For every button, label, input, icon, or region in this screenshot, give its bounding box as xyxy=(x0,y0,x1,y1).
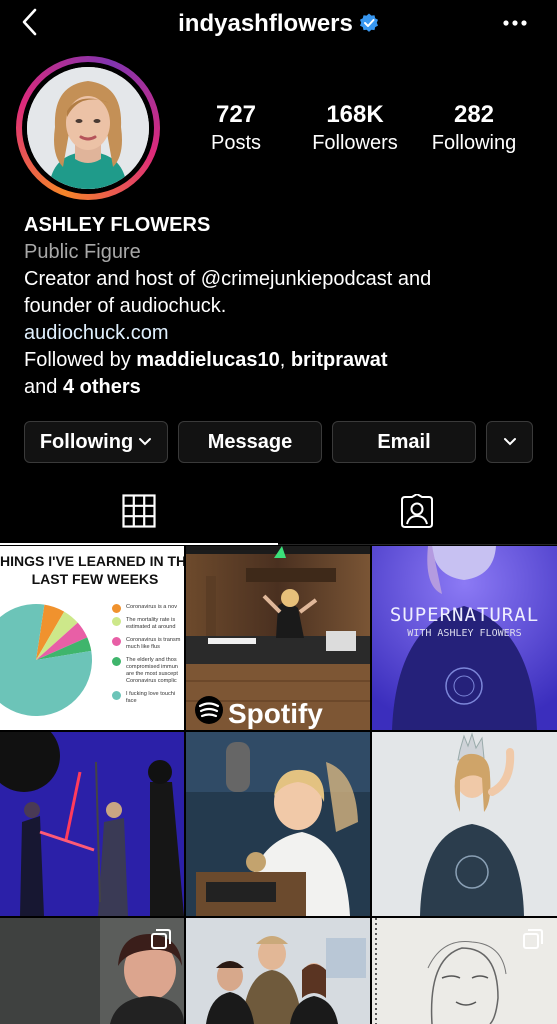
profile-bio: ASHLEY FLOWERS Public Figure Creator and… xyxy=(24,212,544,401)
post-2-brand: Spotify xyxy=(228,698,323,729)
display-name: ASHLEY FLOWERS xyxy=(24,214,211,236)
legend-dot xyxy=(112,657,121,666)
legend-item-5: I fucking love touchi face xyxy=(112,691,184,705)
verified-badge-icon xyxy=(359,13,378,32)
following-count[interactable]: 282 Following xyxy=(422,100,526,156)
multiple-photos-icon xyxy=(151,929,171,949)
legend-dot xyxy=(112,637,121,646)
chevron-down-icon xyxy=(139,438,152,446)
tab-divider xyxy=(278,544,557,545)
website-link[interactable]: audiochuck.com xyxy=(24,320,544,347)
posts-number: 727 xyxy=(215,101,257,128)
post-3-subtitle: WITH ASHLEY FLOWERS xyxy=(407,628,522,639)
post-thumbnail-3[interactable]: SUPERNATURAL WITH ASHLEY FLOWERS xyxy=(372,546,557,730)
legend-dot xyxy=(112,604,121,613)
post-thumbnail-1[interactable]: HINGS I'VE LEARNED IN THE LAST FEW WEEKS… xyxy=(0,546,184,730)
multiple-photos-icon xyxy=(523,929,543,949)
followers-label: Followers xyxy=(312,132,398,154)
mutual-follower-1[interactable]: maddielucas10 xyxy=(136,349,279,371)
more-options-icon[interactable] xyxy=(502,18,528,28)
legend-item-3: Coronavirus is transm much like flus xyxy=(112,637,184,651)
post-6-image xyxy=(372,732,557,916)
post-1-title-line-1: HINGS I'VE LEARNED IN THE xyxy=(0,553,184,569)
chevron-down-icon xyxy=(503,438,516,446)
crimejunkie-mention-link[interactable]: @crimejunkiepodcast xyxy=(201,268,393,290)
post-thumbnail-8[interactable] xyxy=(186,918,370,1024)
post-thumbnail-9[interactable] xyxy=(372,918,557,1024)
following-number: 282 xyxy=(453,101,495,128)
grid-tab-icon[interactable] xyxy=(122,494,156,528)
post-5-image xyxy=(186,732,370,916)
post-1-legend: Coronavirus is a nov The mortality rate i… xyxy=(112,604,184,711)
followers-count[interactable]: 168K Followers xyxy=(300,100,410,156)
following-button[interactable]: Following xyxy=(24,421,168,463)
legend-dot xyxy=(112,691,121,700)
post-thumbnail-4[interactable] xyxy=(0,732,184,916)
followed-by-others[interactable]: and 4 others xyxy=(24,374,544,401)
post-8-image xyxy=(186,918,370,1024)
tagged-tab-icon[interactable] xyxy=(399,494,435,530)
profile-category: Public Figure xyxy=(24,241,141,263)
post-1-pie-chart xyxy=(0,604,92,716)
post-thumbnail-5[interactable] xyxy=(186,732,370,916)
post-thumbnail-2[interactable]: Spotify xyxy=(186,546,370,730)
followed-by-line[interactable]: Followed by maddielucas10, britprawat xyxy=(24,347,544,374)
posts-count[interactable]: 727 Posts xyxy=(196,100,276,156)
avatar-portrait xyxy=(27,67,149,189)
suggested-accounts-button[interactable] xyxy=(486,421,533,463)
post-1-title-line-2: LAST FEW WEEKS xyxy=(31,571,159,587)
avatar[interactable] xyxy=(27,67,149,189)
bio-line-2: founder of audiochuck. xyxy=(24,295,227,317)
legend-dot xyxy=(112,617,121,626)
username-title: indyashflowers xyxy=(0,10,557,38)
email-button[interactable]: Email xyxy=(332,421,476,463)
post-thumbnail-7[interactable] xyxy=(0,918,184,1024)
posts-label: Posts xyxy=(210,132,262,154)
legend-item-1: Coronavirus is a nov xyxy=(112,604,184,613)
profile-header: indyashflowers xyxy=(0,0,557,46)
legend-item-4: The elderly and thos compromised immun are… xyxy=(112,657,184,685)
followers-number: 168K xyxy=(326,101,384,128)
mutual-follower-2[interactable]: britprawat xyxy=(291,349,388,371)
following-label: Following xyxy=(431,132,517,154)
username: indyashflowers xyxy=(178,10,353,37)
post-4-image xyxy=(0,732,184,916)
active-tab-indicator xyxy=(0,543,278,545)
post-3-title: SUPERNATURAL xyxy=(389,604,540,626)
post-thumbnail-6[interactable] xyxy=(372,732,557,916)
bio-line-1: Creator and host of @crimejunkiepodcast … xyxy=(24,268,432,290)
message-button[interactable]: Message xyxy=(178,421,322,463)
legend-item-2: The mortality rate is estimated at around xyxy=(112,617,184,631)
